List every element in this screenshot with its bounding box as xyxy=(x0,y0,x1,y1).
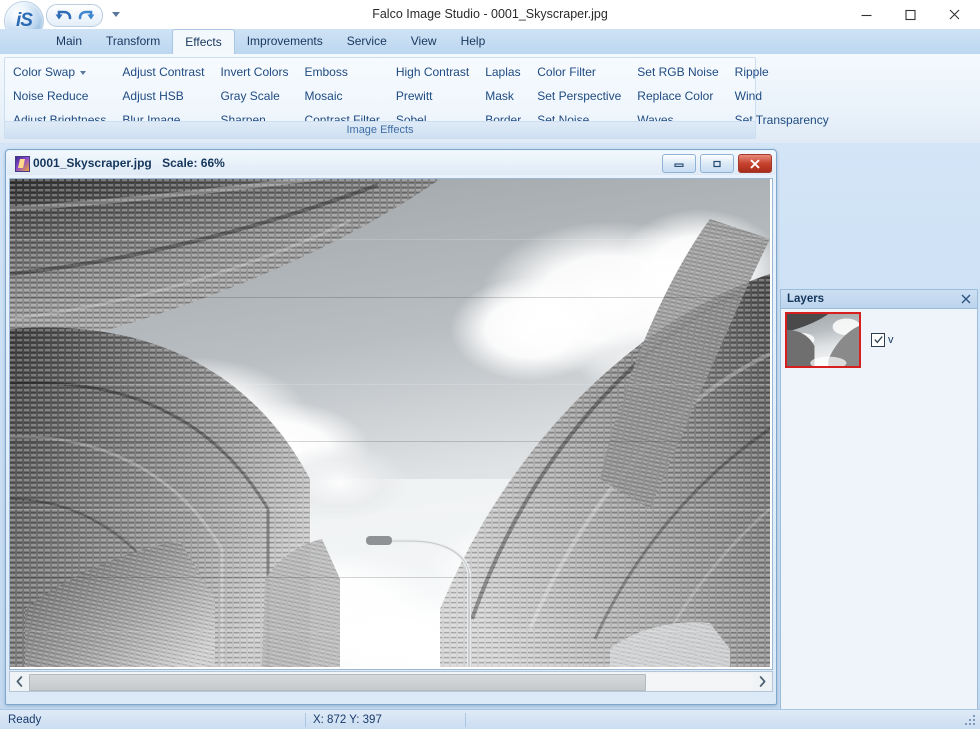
ribbon-command-label: Set RGB Noise xyxy=(637,65,719,79)
window-title: Falco Image Studio - 0001_Skyscraper.jpg xyxy=(372,7,608,21)
ribbon-command-mask[interactable]: Mask xyxy=(477,84,529,108)
ribbon-command-noise-reduce[interactable]: Noise Reduce xyxy=(5,84,114,108)
ribbon-command-adjust-contrast[interactable]: Adjust Contrast xyxy=(114,60,212,84)
ribbon-command-label: Noise Reduce xyxy=(13,89,89,103)
document-filename: 0001_Skyscraper.jpg xyxy=(33,156,152,170)
tab-view[interactable]: View xyxy=(399,29,449,54)
tab-improvements[interactable]: Improvements xyxy=(235,29,335,54)
ribbon-command-label: Invert Colors xyxy=(220,65,289,79)
tab-service[interactable]: Service xyxy=(335,29,399,54)
ribbon-command-ripple[interactable]: Ripple xyxy=(727,60,837,84)
document-scale: Scale: 66% xyxy=(162,156,225,170)
layer-visibility-checkbox[interactable] xyxy=(871,333,885,347)
ribbon-command-wind[interactable]: Wind xyxy=(727,84,837,108)
ribbon-tab-strip: Main Transform Effects Improvements Service V… xyxy=(0,29,980,55)
ribbon-command-replace-color[interactable]: Replace Color xyxy=(629,84,726,108)
ribbon-command-label: Mask xyxy=(485,89,514,103)
ribbon-command-label: Laplas xyxy=(485,65,521,79)
chevron-right-icon[interactable] xyxy=(753,673,772,690)
tab-help[interactable]: Help xyxy=(449,29,498,54)
ribbon-command-emboss[interactable]: Emboss xyxy=(296,60,387,84)
ribbon-command-adjust-hsb[interactable]: Adjust HSB xyxy=(114,84,212,108)
ribbon-command-color-swap[interactable]: Color Swap xyxy=(5,60,114,84)
application-window: Falco Image Studio - 0001_Skyscraper.jpg… xyxy=(0,0,980,729)
tab-transform[interactable]: Transform xyxy=(94,29,172,54)
layer-list-item[interactable]: v xyxy=(785,312,894,368)
document-caption: 0001_Skyscraper.jpg Scale: 66% xyxy=(33,151,225,175)
chevron-down-icon[interactable] xyxy=(80,70,87,75)
ribbon-group-label: Image Effects xyxy=(5,121,755,138)
ribbon-command-label: Mosaic xyxy=(304,89,343,103)
document-window-controls xyxy=(662,154,772,173)
ribbon-command-label: Color Filter xyxy=(537,65,596,79)
undo-icon[interactable] xyxy=(52,7,74,24)
document-close-icon[interactable] xyxy=(738,154,772,173)
ribbon-command-label: Adjust Contrast xyxy=(122,65,205,79)
ribbon-command-gray-scale[interactable]: Gray Scale xyxy=(212,84,296,108)
document-restore-icon[interactable] xyxy=(700,154,734,173)
title-bar: Falco Image Studio - 0001_Skyscraper.jpg… xyxy=(0,0,980,40)
layer-thumbnail[interactable] xyxy=(785,312,861,368)
ribbon-command-label: Replace Color xyxy=(637,89,714,103)
ribbon-command-invert-colors[interactable]: Invert Colors xyxy=(212,60,296,84)
layer-visibility-group: v xyxy=(871,333,894,347)
status-coordinates: X: 872 Y: 397 xyxy=(313,714,382,726)
ribbon-group-image-effects: Color Swap Noise Reduce Adjust Brightness A… xyxy=(4,57,829,139)
window-controls xyxy=(844,0,976,29)
ribbon-command-label: High Contrast xyxy=(395,65,470,79)
ribbon-command-label: Color Swap xyxy=(13,65,76,79)
scrollbar-track[interactable] xyxy=(29,673,753,691)
ribbon-command-laplas[interactable]: Laplas xyxy=(477,60,529,84)
scrollbar-thumb[interactable] xyxy=(29,674,647,691)
document-icon xyxy=(15,156,30,172)
ribbon-command-color-filter[interactable]: Color Filter xyxy=(529,60,629,84)
document-window: 0001_Skyscraper.jpg Scale: 66% xyxy=(5,149,777,705)
ribbon-command-high-contrast[interactable]: High Contrast xyxy=(388,60,477,84)
document-minimize-icon[interactable] xyxy=(662,154,696,173)
ribbon-command-label: Emboss xyxy=(304,65,348,79)
workspace: 0001_Skyscraper.jpg Scale: 66% Layers v xyxy=(0,143,980,729)
ribbon-command-mosaic[interactable]: Mosaic xyxy=(296,84,387,108)
status-bar: Ready X: 872 Y: 397 xyxy=(0,709,980,729)
ribbon-command-label: Wind xyxy=(734,89,762,103)
chevron-left-icon[interactable] xyxy=(10,673,29,690)
ribbon-command-prewitt[interactable]: Prewitt xyxy=(388,84,477,108)
ribbon-command-label: Set Perspective xyxy=(537,89,622,103)
layers-panel-title: Layers xyxy=(787,293,825,305)
ribbon-command-label: Gray Scale xyxy=(220,89,280,103)
layers-panel-header: Layers xyxy=(781,290,977,309)
chevron-down-icon[interactable] xyxy=(110,8,122,20)
layer-name: v xyxy=(888,334,894,346)
quick-access-toolbar xyxy=(46,4,103,27)
ribbon: Color Swap Noise Reduce Adjust Brightness A… xyxy=(0,54,980,144)
status-separator xyxy=(465,713,466,727)
tab-main[interactable]: Main xyxy=(44,29,94,54)
close-icon[interactable] xyxy=(958,291,973,306)
ribbon-command-label: Ripple xyxy=(734,65,769,79)
tab-effects[interactable]: Effects xyxy=(172,29,235,55)
document-title-bar[interactable]: 0001_Skyscraper.jpg Scale: 66% xyxy=(7,151,775,175)
redo-icon[interactable] xyxy=(75,7,97,24)
minimize-icon[interactable] xyxy=(844,2,888,28)
maximize-icon[interactable] xyxy=(888,2,932,28)
resize-grip[interactable] xyxy=(965,715,977,727)
ribbon-command-label: Prewitt xyxy=(395,89,433,103)
ribbon-command-set-rgb-noise[interactable]: Set RGB Noise xyxy=(629,60,726,84)
horizontal-scrollbar[interactable] xyxy=(9,671,773,692)
status-message: Ready xyxy=(8,714,42,726)
layers-panel: Layers v xyxy=(780,289,978,729)
image-canvas[interactable] xyxy=(9,178,773,670)
ribbon-command-label: Adjust HSB xyxy=(122,89,184,103)
status-separator xyxy=(305,713,306,727)
photo-skyscrapers xyxy=(10,179,770,667)
ribbon-command-set-perspective[interactable]: Set Perspective xyxy=(529,84,629,108)
close-icon[interactable] xyxy=(932,2,976,28)
ribbon-tabs: Main Transform Effects Improvements Service V… xyxy=(44,29,498,55)
